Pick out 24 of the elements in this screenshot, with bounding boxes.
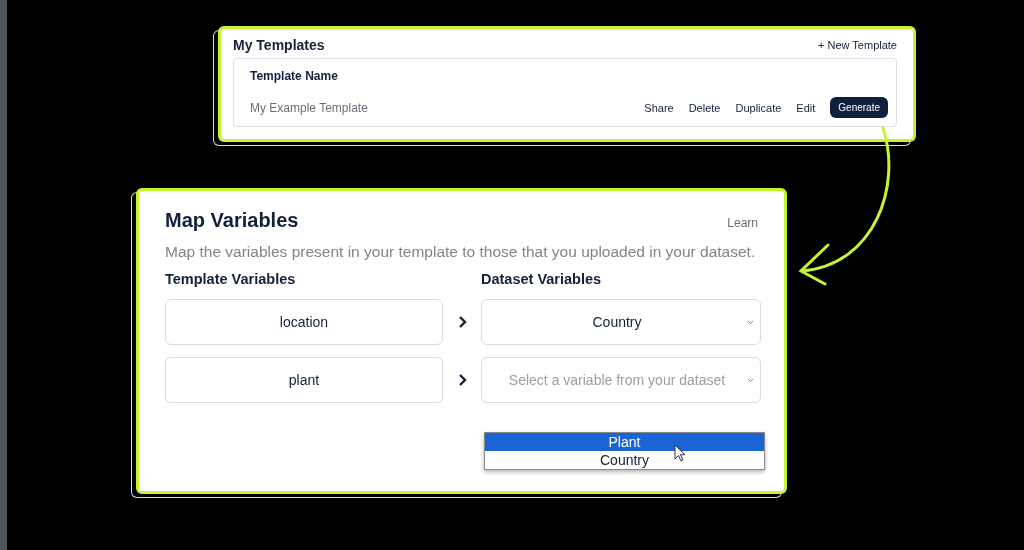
chevron-right-icon <box>457 316 467 328</box>
generate-button[interactable]: Generate <box>830 97 888 118</box>
column-header: Template Variables <box>165 271 297 287</box>
template-variable-field: plant <box>165 357 443 403</box>
caret-icon <box>747 320 754 325</box>
description: Map the variables present in your template to those that you uploaded in your dataset. <box>165 242 757 262</box>
dropdown-option[interactable]: Plant <box>485 433 764 451</box>
action-button[interactable]: Edit <box>796 101 816 114</box>
card-title: My Templates <box>233 37 325 53</box>
action-button[interactable]: Delete <box>688 101 721 114</box>
action-button[interactable]: Share <box>644 101 674 114</box>
new-template-button[interactable]: + New Template <box>818 39 897 51</box>
action-button[interactable]: Duplicate <box>735 101 782 114</box>
column-header: Template Name <box>250 69 339 83</box>
mouse-pointer-icon <box>674 444 686 462</box>
column-header: Dataset Variables <box>481 271 603 287</box>
dataset-variable-select[interactable]: Country <box>481 299 761 345</box>
caret-icon <box>747 378 754 383</box>
template-name: My Example Template <box>250 100 369 115</box>
template-variable-field: location <box>165 299 443 345</box>
chevron-right-icon <box>457 374 467 386</box>
card-title: Map Variables <box>165 209 299 232</box>
learn-link[interactable]: Learn <box>727 216 758 230</box>
dropdown-option[interactable]: Country <box>485 451 764 469</box>
